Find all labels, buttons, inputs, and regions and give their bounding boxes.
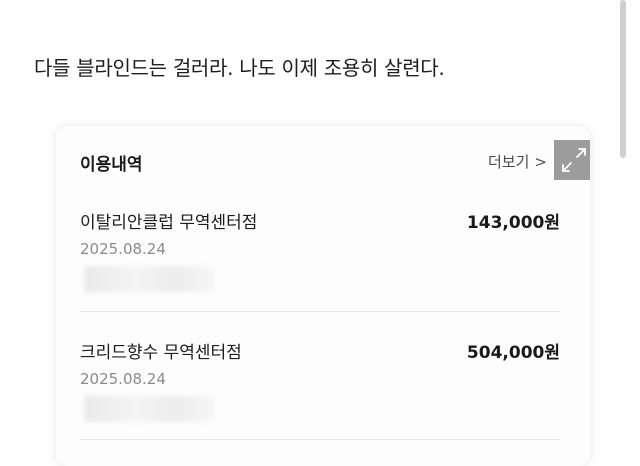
more-link[interactable]: 더보기 > [488,151,547,172]
expand-button[interactable] [554,140,590,180]
post-text: 다들 블라인드는 걸러라. 나도 이제 조용히 살련다. [34,56,445,80]
transaction-amount: 504,000원 [466,343,560,363]
transaction-date: 2025.08.24 [80,370,166,388]
merchant-name: 크리드향수 무역센터점 [80,343,242,363]
redacted-info [84,396,214,422]
divider [80,311,560,312]
chevron-right-icon: > [534,152,547,171]
merchant-name: 이탈리안클럽 무역센터점 [80,213,258,233]
divider [80,439,560,440]
scrollbar[interactable] [620,0,626,158]
usage-history-card: 이용내역 더보기 > 이탈리안클럽 무역센터점 143,000원 2025.08… [56,126,590,466]
more-label: 더보기 [488,153,530,171]
transaction-amount: 143,000원 [466,213,560,233]
transaction-date: 2025.08.24 [80,240,166,258]
expand-arrows-icon [562,148,586,172]
redacted-info [84,266,214,292]
card-title: 이용내역 [80,155,143,175]
